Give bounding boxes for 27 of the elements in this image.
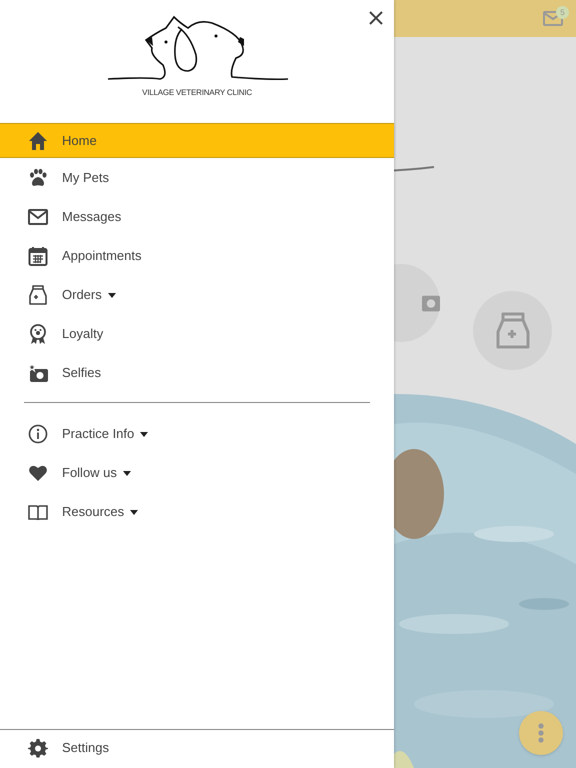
menu-item[interactable]: Settings [0,730,394,766]
home-icon [28,130,48,150]
menu-item[interactable]: Resources [0,492,394,531]
menu-item[interactable]: Orders [0,275,394,314]
menu-item[interactable]: Messages [0,197,394,236]
menu-item[interactable]: My Pets [0,158,394,197]
message-count-badge: 5 [556,6,569,19]
mail-icon[interactable] [543,11,563,26]
menu-item[interactable]: Follow us [0,453,394,492]
menu-item[interactable]: Loyalty [0,314,394,353]
bag-icon [494,312,532,350]
logo-text: VILLAGE VETERINARY CLINIC [141,87,253,99]
menu-item[interactable]: Selfies [0,353,394,392]
close-icon [369,11,383,25]
ribbon-icon [28,324,48,344]
more-icon [538,723,544,743]
logo-icon [108,15,290,82]
info-icon [28,424,48,444]
menu-item[interactable]: Practice Info [0,414,394,453]
menu-item[interactable]: Appointments [0,236,394,275]
mail-icon [28,206,48,226]
settings-icon [28,738,48,758]
menu-item[interactable]: Home [0,123,394,158]
calendar-icon [28,246,48,266]
camera-icon [28,362,48,382]
paw-icon [28,168,48,188]
bag-icon [28,284,48,304]
